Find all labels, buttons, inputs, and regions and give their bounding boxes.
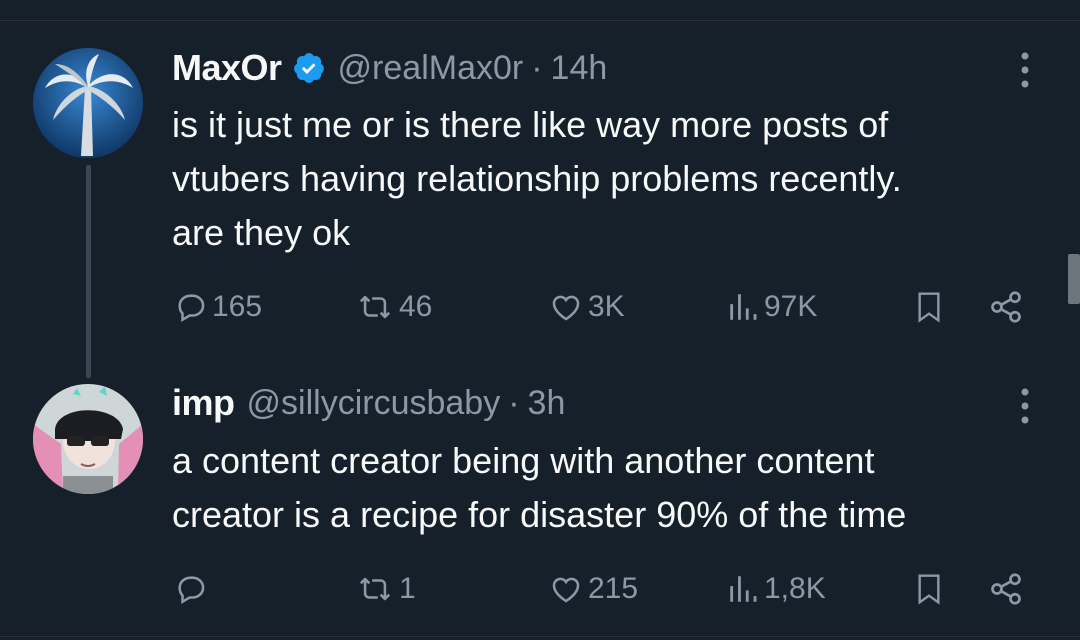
display-name[interactable]: imp: [172, 382, 235, 424]
verified-badge-icon: [293, 53, 324, 83]
like-count: 3K: [588, 290, 625, 323]
tweet-header: MaxOr @realMax0r · 14h: [172, 46, 607, 90]
share-icon: [991, 573, 1021, 605]
reply-icon: [178, 576, 205, 605]
bottom-divider: [0, 636, 1080, 637]
view-count: 1,8K: [764, 572, 826, 605]
bookmark-icon: [918, 292, 940, 323]
repost-icon: [359, 577, 391, 601]
more-icon[interactable]: [1015, 384, 1035, 428]
views-icon: [730, 294, 757, 320]
top-divider: [0, 20, 1080, 21]
bookmark-button[interactable]: [913, 282, 945, 332]
heart-icon: [552, 295, 580, 321]
reply-count: 165: [212, 290, 263, 323]
view-count: 97K: [764, 290, 818, 323]
bookmark-icon: [918, 574, 940, 605]
share-button[interactable]: [988, 282, 1024, 332]
like-button[interactable]: 215: [548, 564, 638, 614]
heart-icon: [552, 577, 580, 603]
views-button[interactable]: 97K: [726, 282, 817, 332]
like-button[interactable]: 3K: [548, 282, 625, 332]
tweet-text: a content creator being with another con…: [172, 440, 907, 535]
share-button[interactable]: [988, 564, 1024, 614]
timestamp[interactable]: 14h: [551, 49, 608, 88]
views-button[interactable]: 1,8K: [726, 564, 826, 614]
repost-count: 46: [399, 290, 433, 323]
tweet-text: is it just me or is there like way more …: [172, 104, 902, 253]
views-icon: [730, 576, 757, 602]
more-icon[interactable]: [1015, 48, 1035, 92]
handle[interactable]: @sillycircusbaby: [247, 384, 501, 423]
handle[interactable]: @realMax0r: [338, 49, 524, 88]
separator: ·: [531, 48, 543, 87]
scrollbar[interactable]: [1068, 254, 1080, 304]
repost-button[interactable]: 1: [355, 564, 416, 614]
reply-button[interactable]: 165: [174, 282, 262, 332]
display-name[interactable]: MaxOr: [172, 47, 282, 89]
reply-button[interactable]: [174, 564, 212, 614]
repost-icon: [359, 295, 391, 319]
like-count: 215: [588, 572, 639, 605]
avatar-maxor[interactable]: [33, 48, 143, 158]
avatar-imp[interactable]: [33, 384, 143, 494]
reply-icon: [178, 294, 205, 323]
repost-button[interactable]: 46: [355, 282, 432, 332]
bookmark-button[interactable]: [913, 564, 945, 614]
repost-count: 1: [399, 572, 416, 605]
action-bar: 1 215 1,8K: [0, 564, 1080, 614]
timestamp[interactable]: 3h: [528, 384, 566, 423]
share-icon: [991, 291, 1021, 323]
thread-line: [86, 165, 91, 378]
tweet-header: imp @sillycircusbaby · 3h: [172, 381, 565, 425]
action-bar: 165 46 3K 97K: [0, 282, 1080, 332]
separator: ·: [508, 383, 520, 422]
